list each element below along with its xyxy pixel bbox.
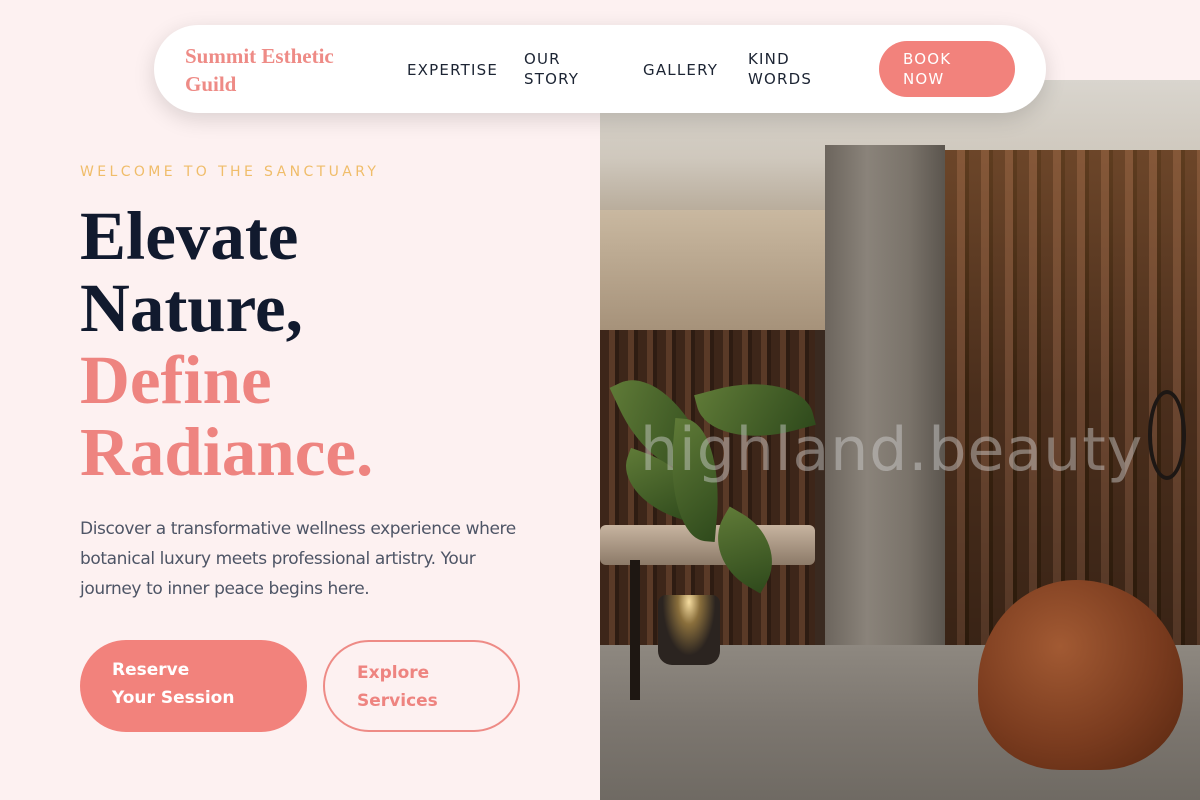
upper-wall xyxy=(600,210,830,330)
headline-line-4: Radiance. xyxy=(80,414,374,490)
nav-link-kind-words[interactable]: KIND WORDS xyxy=(748,49,818,89)
plant-pot xyxy=(658,595,720,665)
nav-link-gallery[interactable]: GALLERY xyxy=(643,60,718,80)
navbar: Summit Esthetic Guild EXPERTISE OUR STOR… xyxy=(154,25,1046,113)
reserve-session-button[interactable]: Reserve Your Session xyxy=(80,640,307,732)
hero-eyebrow: WELCOME TO THE SANCTUARY xyxy=(80,164,380,180)
hero-headline: Elevate Nature, Define Radiance. xyxy=(80,200,580,488)
headline-line-3: Define xyxy=(80,342,272,418)
hero-image: highland.beauty xyxy=(600,80,1200,800)
explore-services-button[interactable]: Explore Services xyxy=(323,640,520,732)
headline-line-1: Elevate xyxy=(80,198,299,274)
watermark: highland.beauty xyxy=(640,415,1144,485)
explore-services-label: Explore Services xyxy=(357,663,438,711)
book-now-button[interactable]: BOOK NOW xyxy=(879,41,1015,97)
book-now-label: BOOK NOW xyxy=(903,50,952,88)
brand-logo[interactable]: Summit Esthetic Guild xyxy=(185,42,355,98)
nav-link-our-story[interactable]: OUR STORY xyxy=(524,49,594,89)
nav-link-expertise[interactable]: EXPERTISE xyxy=(407,60,498,80)
reserve-session-label: Reserve Your Session xyxy=(112,660,235,708)
bed-leg xyxy=(630,560,640,700)
headline-line-2: Nature, xyxy=(80,270,303,346)
hero-description: Discover a transformative wellness exper… xyxy=(80,519,516,599)
